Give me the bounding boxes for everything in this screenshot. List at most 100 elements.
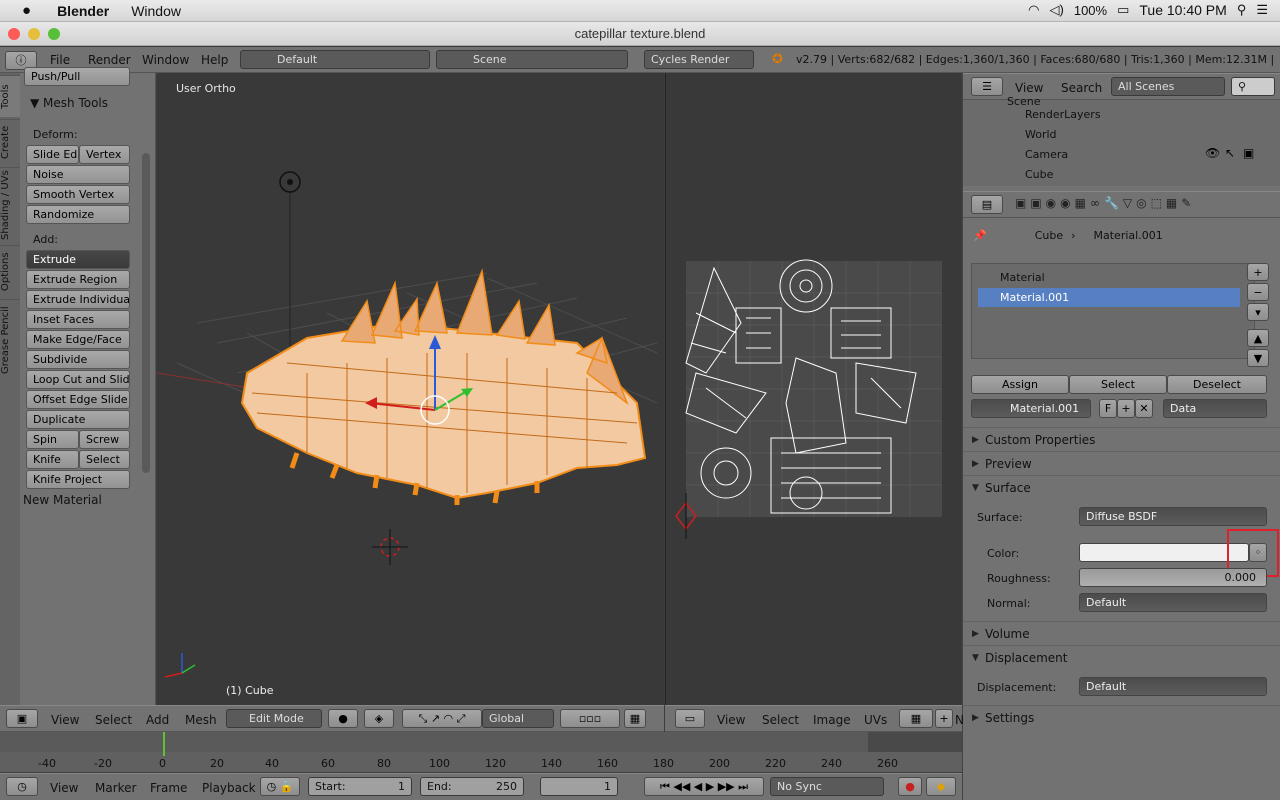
uv-image-browse-icon[interactable]: ▦ xyxy=(899,709,933,728)
battery-icon[interactable]: ▭ xyxy=(1117,2,1129,18)
menu-render[interactable]: Render xyxy=(88,53,131,67)
panel-volume[interactable]: ▶ Volume xyxy=(963,621,1280,645)
occlude-geometry-icon[interactable]: ▦ xyxy=(624,709,646,728)
current-frame-field[interactable]: 1 xyxy=(540,777,618,796)
caterpillar-mesh[interactable] xyxy=(240,268,647,505)
sync-mode-dropdown[interactable]: No Sync xyxy=(770,777,884,796)
material-link-dropdown[interactable]: Data xyxy=(1163,399,1267,418)
material-name-field[interactable]: Material.001 xyxy=(971,399,1091,418)
fake-user-button[interactable]: F xyxy=(1099,399,1117,418)
select-mode-icons[interactable]: ▫▫▫ xyxy=(560,709,620,728)
subdivide-button[interactable]: Subdivide xyxy=(26,350,130,369)
shading-mode-icon[interactable]: ● xyxy=(328,709,358,728)
viewport-editor-type-icon[interactable]: ▣ xyxy=(6,709,38,728)
slot-material-001[interactable]: Material.001 xyxy=(978,288,1240,307)
current-frame-marker[interactable] xyxy=(163,732,165,756)
assign-button[interactable]: Assign xyxy=(971,375,1069,394)
color-swatch[interactable] xyxy=(1079,543,1249,562)
slot-specials-button[interactable]: ▾ xyxy=(1247,303,1269,321)
tab-shading-uvs[interactable]: Shading / UVs xyxy=(0,167,20,243)
close-window-button[interactable] xyxy=(8,28,20,40)
pin-icon[interactable]: 📌 xyxy=(973,229,987,242)
scene-field[interactable]: Scene xyxy=(436,50,628,69)
tab-grease-pencil[interactable]: Grease Pencil xyxy=(0,299,20,381)
minimize-window-button[interactable] xyxy=(28,28,40,40)
spotlight-icon[interactable]: ⚲ xyxy=(1237,2,1247,18)
deselect-button[interactable]: Deselect xyxy=(1167,375,1267,394)
roughness-slider[interactable]: 0.000 xyxy=(1079,568,1267,587)
tool-shelf-scrollbar[interactable] xyxy=(142,153,150,473)
slide-edge-button[interactable]: Slide Ed xyxy=(26,145,79,164)
move-slot-down-button[interactable]: ▼ xyxy=(1247,349,1269,367)
loop-cut-button[interactable]: Loop Cut and Slide xyxy=(26,370,130,389)
new-material-button[interactable]: + xyxy=(1117,399,1135,418)
wifi-icon[interactable]: ◠ xyxy=(1028,2,1039,18)
keying-set-icon[interactable]: ◆ xyxy=(926,777,956,796)
smooth-vertex-button[interactable]: Smooth Vertex xyxy=(26,185,130,204)
breadcrumb-material[interactable]: Material.001 xyxy=(1094,229,1163,242)
new-material-panel-header[interactable]: ▼ New Material xyxy=(10,493,102,507)
inset-faces-button[interactable]: Inset Faces xyxy=(26,310,130,329)
viewport-menu-add[interactable]: Add xyxy=(146,713,169,727)
outliner-search-field[interactable]: ⚲ xyxy=(1231,77,1275,96)
uv-menu-view[interactable]: View xyxy=(717,713,745,727)
end-frame-field[interactable]: End: 250 xyxy=(420,777,524,796)
tab-options[interactable]: Options xyxy=(0,245,20,297)
record-icon[interactable]: ● xyxy=(898,777,922,796)
uv-header-overflow[interactable]: N xyxy=(955,713,964,727)
breadcrumb-cube[interactable]: Cube xyxy=(1035,229,1063,242)
outliner-menu-view[interactable]: View xyxy=(1015,81,1043,95)
uv-menu-image[interactable]: Image xyxy=(813,713,851,727)
add-slot-button[interactable]: + xyxy=(1247,263,1269,281)
uv-image-editor[interactable] xyxy=(665,73,961,705)
volume-icon[interactable]: ◁) xyxy=(1050,2,1064,18)
timeline-editor-type-icon[interactable]: ◷ xyxy=(6,777,38,796)
outliner-item-camera[interactable]: Camera xyxy=(1025,148,1068,161)
remove-slot-button[interactable]: − xyxy=(1247,283,1269,301)
timeline-menu-marker[interactable]: Marker xyxy=(95,781,136,795)
screw-button[interactable]: Screw xyxy=(79,430,130,449)
spin-button[interactable]: Spin xyxy=(26,430,79,449)
select-button[interactable]: Select xyxy=(1069,375,1167,394)
interaction-mode-dropdown[interactable]: Edit Mode xyxy=(226,709,322,728)
outliner-display-mode[interactable]: All Scenes xyxy=(1111,77,1225,96)
renderability-camera-icon[interactable]: ▣ xyxy=(1243,146,1254,160)
timeline-menu-view[interactable]: View xyxy=(50,781,78,795)
panel-preview[interactable]: ▶ Preview xyxy=(963,451,1280,475)
viewport-menu-select[interactable]: Select xyxy=(95,713,132,727)
clock[interactable]: Tue 10:40 PM xyxy=(1139,2,1226,18)
3d-cursor-icon[interactable] xyxy=(372,529,408,565)
menu-help[interactable]: Help xyxy=(201,53,228,67)
visibility-eye-icon[interactable]: 👁 xyxy=(1205,146,1220,160)
properties-editor-type-icon[interactable]: ▤ xyxy=(971,195,1003,214)
preview-range-icons[interactable]: ◷ 🔒 xyxy=(260,777,300,796)
uv-editor-type-icon[interactable]: ▭ xyxy=(675,709,705,728)
noise-button[interactable]: Noise xyxy=(26,165,130,184)
offset-edge-slide-button[interactable]: Offset Edge Slide xyxy=(26,390,130,409)
surface-shader-field[interactable]: Diffuse BSDF xyxy=(1079,507,1267,526)
panel-settings[interactable]: ▶ Settings xyxy=(963,705,1280,729)
extrude-dropdown[interactable]: Extrude xyxy=(26,250,130,269)
push-pull-button[interactable]: Push/Pull xyxy=(24,67,130,86)
uv-menu-uvs[interactable]: UVs xyxy=(864,713,887,727)
zoom-window-button[interactable] xyxy=(48,28,60,40)
displacement-field[interactable]: Default xyxy=(1079,677,1267,696)
vertex-slide-button[interactable]: Vertex xyxy=(79,145,130,164)
3d-viewport[interactable]: User Ortho (1) Cube xyxy=(157,73,664,705)
extrude-individual-button[interactable]: Extrude Individual xyxy=(26,290,130,309)
panel-custom-properties[interactable]: ▶ Custom Properties xyxy=(963,427,1280,451)
uv-menu-select[interactable]: Select xyxy=(762,713,799,727)
outliner-item-cube[interactable]: Cube xyxy=(1025,168,1053,178)
unlink-material-button[interactable]: ✕ xyxy=(1135,399,1153,418)
pivot-point-icon[interactable]: ◈ xyxy=(364,709,394,728)
viewport-menu-mesh[interactable]: Mesh xyxy=(185,713,217,727)
viewport-menu-view[interactable]: View xyxy=(51,713,79,727)
randomize-button[interactable]: Randomize xyxy=(26,205,130,224)
playback-controls-icons[interactable]: ⏮ ◀◀ ◀ ▶ ▶▶ ⏭ xyxy=(644,777,764,796)
outliner-item-world[interactable]: World xyxy=(1025,128,1057,141)
knife-select-button[interactable]: Select xyxy=(79,450,130,469)
timeline-menu-playback[interactable]: Playback xyxy=(202,781,256,795)
menu-file[interactable]: File xyxy=(50,53,70,67)
knife-project-button[interactable]: Knife Project xyxy=(26,470,130,489)
mesh-tools-panel-header[interactable]: ▼ Mesh Tools xyxy=(30,96,108,110)
